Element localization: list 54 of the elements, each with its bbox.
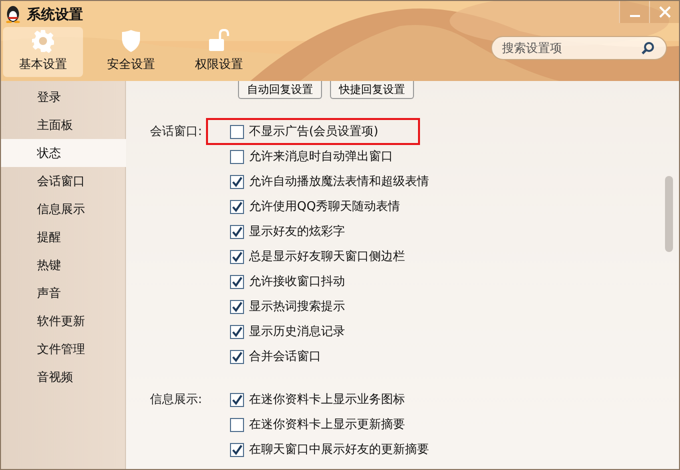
sidebar-item[interactable]: 文件管理 — [1, 335, 125, 363]
tab[interactable]: 权限设置 — [179, 27, 259, 77]
gear-icon — [31, 29, 55, 53]
checkbox-option[interactable]: 总是显示好友聊天窗口侧边栏 — [230, 248, 405, 265]
checkbox[interactable] — [230, 418, 244, 432]
checkbox[interactable] — [230, 392, 244, 406]
search-icon — [641, 41, 655, 55]
checkbox-option[interactable]: 不显示广告(会员设置项) — [230, 123, 378, 140]
sidebar-item[interactable]: 软件更新 — [1, 307, 125, 335]
window-title: 系统设置 — [27, 6, 83, 24]
checkbox[interactable] — [230, 124, 244, 138]
settings-button[interactable]: 快捷回复设置 — [330, 81, 414, 99]
tab[interactable]: 基本设置 — [3, 27, 83, 77]
sidebar-item[interactable]: 主面板 — [1, 111, 125, 139]
checkbox-option[interactable]: 允许使用QQ秀聊天随动表情 — [230, 198, 400, 215]
group-label: 会话窗口: — [150, 123, 204, 140]
settings-button[interactable]: 自动回复设置 — [238, 81, 322, 99]
checkbox-option[interactable]: 允许自动播放魔法表情和超级表情 — [230, 173, 429, 190]
search-field[interactable]: 搜索设置项 — [491, 36, 667, 60]
sidebar-item[interactable]: 登录 — [1, 83, 125, 111]
checkbox-option[interactable]: 显示好友的炫彩字 — [230, 223, 345, 240]
checkbox[interactable] — [230, 250, 244, 264]
checkbox[interactable] — [230, 324, 244, 338]
sidebar-item[interactable]: 状态 — [1, 139, 126, 167]
checkbox[interactable] — [230, 150, 244, 164]
checkbox[interactable] — [230, 350, 244, 364]
checkbox-option[interactable]: 合并会话窗口 — [230, 348, 321, 365]
checkbox-option[interactable]: 在迷你资料卡上显示业务图标 — [230, 391, 405, 408]
unlocked-padlock-icon — [207, 29, 231, 53]
checkbox[interactable] — [230, 442, 244, 456]
sidebar-item[interactable]: 热键 — [1, 251, 125, 279]
scrollbar[interactable] — [665, 176, 673, 252]
minimize-icon — [630, 15, 640, 17]
checkbox[interactable] — [230, 300, 244, 314]
sidebar-item[interactable]: 提醒 — [1, 223, 125, 251]
checkbox-option[interactable]: 在迷你资料卡上显示更新摘要 — [230, 416, 405, 433]
sidebar-item[interactable]: 信息展示 — [1, 195, 125, 223]
penguin-icon — [5, 5, 21, 23]
sidebar-item[interactable]: 会话窗口 — [1, 167, 125, 195]
group-label: 信息展示: — [150, 391, 204, 408]
checkbox-option[interactable]: 在聊天窗口中展示好友的更新摘要 — [230, 441, 429, 458]
checkbox-option[interactable]: 显示热词搜索提示 — [230, 298, 345, 315]
close-icon — [658, 6, 670, 18]
tab[interactable]: 安全设置 — [91, 27, 171, 77]
checkbox-option[interactable]: 允许来消息时自动弹出窗口 — [230, 148, 393, 165]
sidebar-item[interactable]: 声音 — [1, 279, 125, 307]
checkbox-option[interactable]: 允许接收窗口抖动 — [230, 273, 345, 290]
sidebar-item[interactable]: 音视频 — [1, 363, 125, 391]
checkbox[interactable] — [230, 200, 244, 214]
checkbox-option[interactable]: 显示历史消息记录 — [230, 323, 345, 340]
checkbox[interactable] — [230, 224, 244, 238]
checkbox[interactable] — [230, 274, 244, 288]
checkbox[interactable] — [230, 174, 244, 188]
shield-icon — [119, 29, 143, 53]
